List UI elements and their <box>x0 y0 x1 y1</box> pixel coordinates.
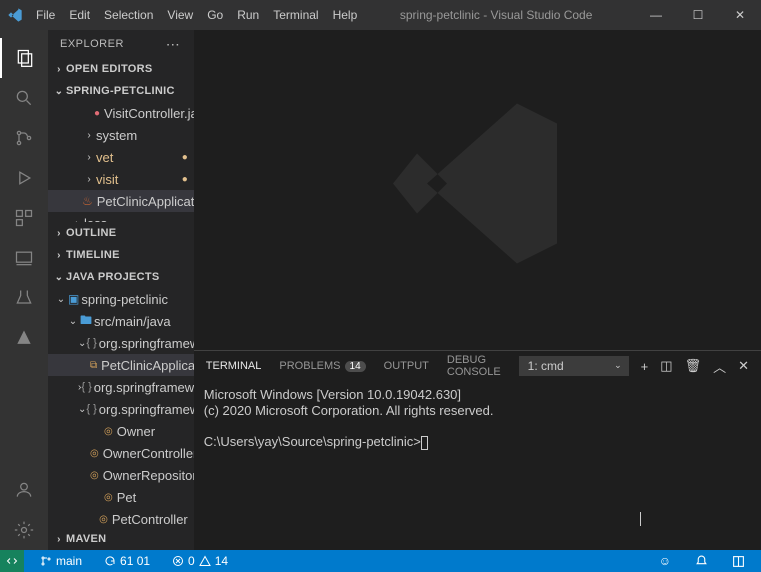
menu-help[interactable]: Help <box>333 8 358 22</box>
tree-item[interactable]: ›vet● <box>48 146 194 168</box>
menu-view[interactable]: View <box>167 8 193 22</box>
java-tree-item[interactable]: ◎OwnerController <box>48 442 194 464</box>
tree-item[interactable]: ›visit● <box>48 168 194 190</box>
file-tree[interactable]: ●VisitController.java›system›vet●›visit●… <box>48 102 194 222</box>
activity-azure-icon[interactable] <box>0 318 48 358</box>
text-caret-icon <box>640 512 641 526</box>
java-tree-item[interactable]: ◎Pet <box>48 486 194 508</box>
panel-tabs: TERMINAL PROBLEMS 14 OUTPUT DEBUG CONSOLE… <box>194 351 761 381</box>
terminal-cursor-icon <box>421 436 428 450</box>
activity-extensions-icon[interactable] <box>0 198 48 238</box>
outline-label: OUTLINE <box>66 227 116 239</box>
activity-search-icon[interactable] <box>0 78 48 118</box>
timeline-label: TIMELINE <box>66 249 120 261</box>
tab-debug-console[interactable]: DEBUG CONSOLE <box>447 354 501 378</box>
section-maven[interactable]: ›MAVEN <box>48 528 194 550</box>
new-terminal-icon[interactable]: + <box>641 359 649 374</box>
section-java-projects[interactable]: ⌄JAVA PROJECTS <box>48 266 194 288</box>
open-editors-label: OPEN EDITORS <box>66 63 153 75</box>
menu-file[interactable]: File <box>36 8 55 22</box>
activity-explorer-icon[interactable] <box>0 38 48 78</box>
java-tree-item[interactable]: ⌄{ }org.springframework.sample... <box>48 398 194 420</box>
tab-terminal[interactable]: TERMINAL <box>206 360 262 372</box>
terminal-prompt: C:\Users\yay\Source\spring-petclinic> <box>204 434 421 449</box>
sidebar-title: EXPLORER <box>60 38 124 50</box>
title-bar: File Edit Selection View Go Run Terminal… <box>0 0 761 30</box>
section-workspace[interactable]: ⌄SPRING-PETCLINIC <box>48 80 194 102</box>
activity-remote-icon[interactable] <box>0 238 48 278</box>
java-tree-item[interactable]: ◎PetController <box>48 508 194 528</box>
java-tree-item[interactable]: ⧉PetClinicApplication <box>48 354 194 376</box>
split-terminal-icon[interactable]: ◫ <box>660 358 672 374</box>
java-tree-item[interactable]: ›{ }org.springframework.sample... <box>48 376 194 398</box>
status-sync[interactable]: 61 01 <box>98 554 156 568</box>
activity-bar <box>0 30 48 550</box>
activity-settings-icon[interactable] <box>0 510 48 550</box>
editor-area: TERMINAL PROBLEMS 14 OUTPUT DEBUG CONSOLE… <box>194 30 761 550</box>
main-area: EXPLORER ⋯ ›OPEN EDITORS ⌄SPRING-PETCLIN… <box>0 30 761 550</box>
problems-label: PROBLEMS <box>279 360 340 372</box>
status-share-icon[interactable] <box>726 555 751 568</box>
status-feedback-icon[interactable]: ☺ <box>653 554 677 568</box>
activity-accounts-icon[interactable] <box>0 470 48 510</box>
problems-badge: 14 <box>345 361 366 372</box>
window-controls: — ☐ ✕ <box>635 0 761 30</box>
close-panel-icon[interactable]: ✕ <box>738 358 749 374</box>
sidebar-actions-icon[interactable]: ⋯ <box>166 36 182 53</box>
menu-selection[interactable]: Selection <box>104 8 153 22</box>
errors-count: 0 <box>188 554 195 568</box>
status-notifications-icon[interactable] <box>689 555 714 568</box>
activity-testing-icon[interactable] <box>0 278 48 318</box>
terminal-line: Microsoft Windows [Version 10.0.19042.63… <box>204 387 461 402</box>
java-tree-item[interactable]: ⌄{ }org.springframework.sample... <box>48 332 194 354</box>
menu-bar: File Edit Selection View Go Run Terminal… <box>30 8 357 22</box>
workspace-label: SPRING-PETCLINIC <box>66 85 175 97</box>
activity-scm-icon[interactable] <box>0 118 48 158</box>
activity-debug-icon[interactable] <box>0 158 48 198</box>
status-bar: main 61 01 0 14 ☺ <box>0 550 761 572</box>
menu-terminal[interactable]: Terminal <box>273 8 318 22</box>
warns-count: 14 <box>215 554 228 568</box>
menu-run[interactable]: Run <box>237 8 259 22</box>
tree-item[interactable]: ›system <box>48 124 194 146</box>
sync-label: 61 01 <box>120 554 150 568</box>
java-tree[interactable]: ⌄▣spring-petclinic⌄🖿src/main/java⌄{ }org… <box>48 288 194 528</box>
tree-item[interactable]: ●VisitController.java <box>48 102 194 124</box>
minimize-button[interactable]: — <box>635 0 677 30</box>
tree-item[interactable]: ›less <box>48 212 194 222</box>
section-outline[interactable]: ›OUTLINE <box>48 222 194 244</box>
kill-terminal-icon[interactable]: 🗑 <box>685 358 702 374</box>
status-remote-icon[interactable] <box>0 550 24 572</box>
close-button[interactable]: ✕ <box>719 0 761 30</box>
section-open-editors[interactable]: ›OPEN EDITORS <box>48 58 194 80</box>
java-tree-item[interactable]: ⌄▣spring-petclinic <box>48 288 194 310</box>
terminal-body[interactable]: Microsoft Windows [Version 10.0.19042.63… <box>194 381 761 550</box>
tab-problems[interactable]: PROBLEMS 14 <box>279 360 365 372</box>
sidebar: EXPLORER ⋯ ›OPEN EDITORS ⌄SPRING-PETCLIN… <box>48 30 194 550</box>
vscode-watermark-icon <box>377 84 577 289</box>
status-problems[interactable]: 0 14 <box>166 554 234 568</box>
menu-go[interactable]: Go <box>207 8 223 22</box>
status-branch[interactable]: main <box>34 554 88 568</box>
tab-output[interactable]: OUTPUT <box>384 360 429 372</box>
branch-label: main <box>56 554 82 568</box>
java-tree-item[interactable]: ◎OwnerRepository <box>48 464 194 486</box>
menu-edit[interactable]: Edit <box>69 8 90 22</box>
bottom-panel: TERMINAL PROBLEMS 14 OUTPUT DEBUG CONSOLE… <box>194 350 761 550</box>
sidebar-header: EXPLORER ⋯ <box>48 30 194 58</box>
maven-label: MAVEN <box>66 533 106 545</box>
maximize-panel-icon[interactable]: ︿ <box>713 357 726 376</box>
java-projects-label: JAVA PROJECTS <box>66 271 160 283</box>
maximize-button[interactable]: ☐ <box>677 0 719 30</box>
terminal-line: (c) 2020 Microsoft Corporation. All righ… <box>204 403 494 418</box>
chevron-down-icon: ⌄ <box>614 360 622 371</box>
section-timeline[interactable]: ›TIMELINE <box>48 244 194 266</box>
tree-item[interactable]: ♨PetClinicApplication.java <box>48 190 194 212</box>
window-title: spring-petclinic - Visual Studio Code <box>357 8 635 22</box>
terminal-selector-label: 1: cmd <box>528 359 564 373</box>
terminal-selector[interactable]: 1: cmd ⌄ <box>519 356 629 376</box>
java-tree-item[interactable]: ⌄🖿src/main/java <box>48 310 194 332</box>
vscode-logo-icon <box>0 7 30 23</box>
java-tree-item[interactable]: ◎Owner <box>48 420 194 442</box>
